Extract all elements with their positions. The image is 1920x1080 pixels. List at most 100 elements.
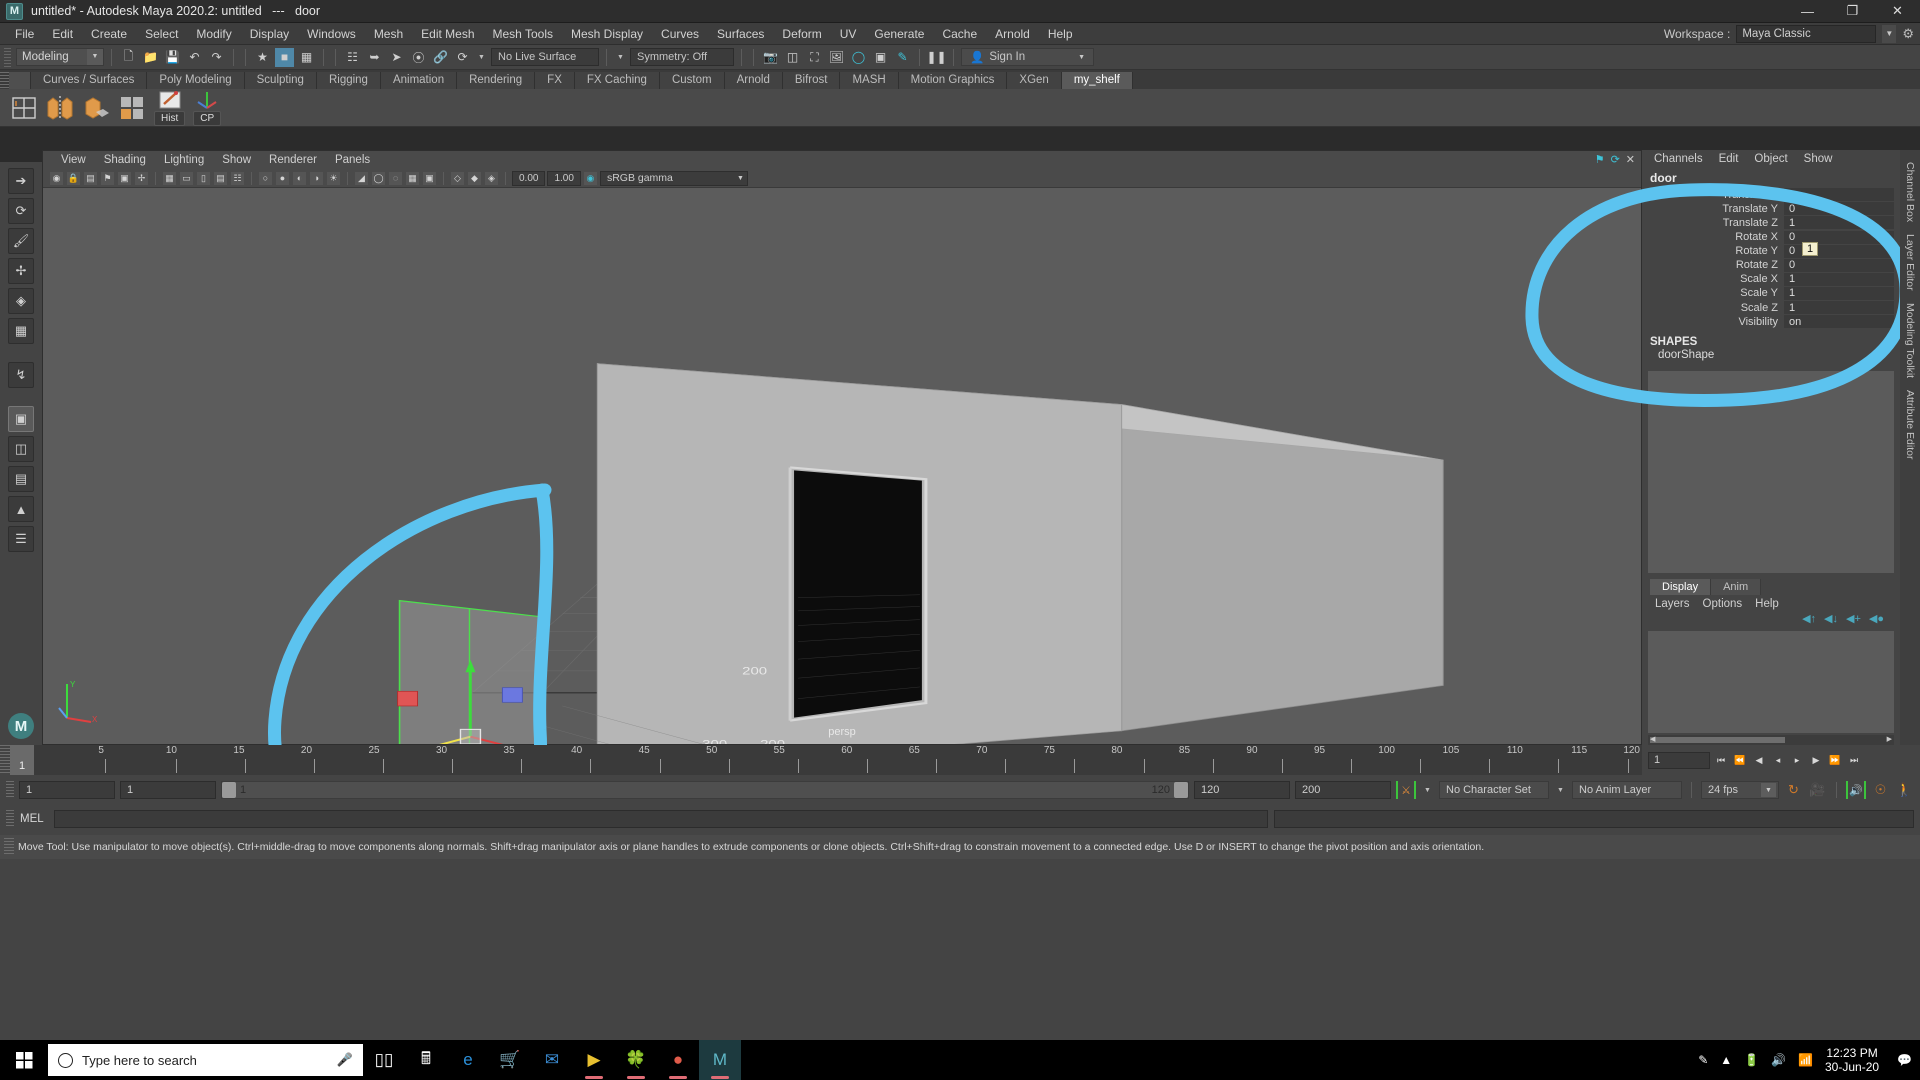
vtab-attribute-editor[interactable]: Attribute Editor <box>1902 384 1918 465</box>
persp-outliner-layout-icon[interactable]: ◫ <box>8 436 34 462</box>
viewport-menu-view[interactable]: View <box>53 153 94 167</box>
menu-file[interactable]: File <box>6 25 43 43</box>
viewport-panel[interactable]: View Shading Lighting Show Renderer Pane… <box>42 150 1642 745</box>
move-layer-down-icon[interactable]: ◀↓ <box>1824 612 1838 628</box>
shelf-tab-fx[interactable]: FX <box>535 72 575 89</box>
lighting-icon[interactable]: ☀ <box>326 170 341 186</box>
channel-value[interactable]: 1 <box>1784 216 1894 230</box>
playback-frame-field[interactable]: 1 <box>1648 751 1710 769</box>
shelf-tab-fx-caching[interactable]: FX Caching <box>574 72 660 89</box>
anim-start-field[interactable]: 1 <box>19 781 115 799</box>
volume-icon[interactable]: 🔊 <box>1771 1053 1786 1067</box>
snap-projected-icon[interactable]: ⦿ <box>409 48 428 67</box>
menu-mesh-display[interactable]: Mesh Display <box>562 25 652 43</box>
resolution-gate-icon[interactable]: ▯ <box>196 170 211 186</box>
close-icon[interactable]: ✕ <box>1626 153 1635 166</box>
grid-icon[interactable] <box>10 94 38 122</box>
viewport-menu-lighting[interactable]: Lighting <box>156 153 212 167</box>
time-slider[interactable]: 1 5 10 15 20 25 30 35 40 45 50 55 60 65 … <box>0 745 1642 775</box>
layer-menu-help[interactable]: Help <box>1750 597 1784 611</box>
maximize-button[interactable]: ❐ <box>1830 0 1875 23</box>
anim-end-field[interactable]: 200 <box>1295 781 1391 799</box>
range-slider-bar[interactable]: 1 120 <box>221 781 1189 799</box>
edge-icon[interactable]: e <box>447 1040 489 1080</box>
range-right-handle[interactable] <box>1174 782 1188 798</box>
shelf-tab-poly-modeling[interactable]: Poly Modeling <box>147 72 245 89</box>
camera-attributes-icon[interactable]: ▤ <box>83 170 98 186</box>
channel-row-translate-z[interactable]: Translate Z 1 <box>1642 216 1894 230</box>
walk-icon[interactable]: 🚶 <box>1895 782 1914 798</box>
mel-output-field[interactable] <box>1274 810 1914 828</box>
channelbox-menu-object[interactable]: Object <box>1748 152 1793 166</box>
chevron-down-icon[interactable]: ▼ <box>1421 781 1434 799</box>
channel-value[interactable]: 1 <box>1784 301 1894 314</box>
shelf-tab-curves-surfaces[interactable]: Curves / Surfaces <box>31 72 148 89</box>
command-line-grip[interactable] <box>6 810 14 828</box>
shelf-tab-sculpting[interactable]: Sculpting <box>244 72 317 89</box>
open-scene-icon[interactable]: 📁 <box>141 48 160 67</box>
last-tool-icon[interactable]: ↯ <box>8 362 34 388</box>
minimize-button[interactable]: — <box>1785 0 1830 23</box>
workspace-value[interactable]: Maya Classic <box>1736 24 1877 43</box>
maya-icon[interactable]: M <box>699 1040 741 1080</box>
time-slider-ticks[interactable]: 5 10 15 20 25 30 35 40 45 50 55 60 65 70… <box>34 745 1642 775</box>
maya-logo-icon[interactable]: M <box>8 713 34 739</box>
shelf-grip[interactable] <box>0 72 9 89</box>
anim-layer-field[interactable]: No Anim Layer <box>1572 781 1682 799</box>
menu-uv[interactable]: UV <box>831 25 866 43</box>
multisample-icon[interactable]: ▦ <box>405 170 420 186</box>
menu-modify[interactable]: Modify <box>187 25 240 43</box>
scale-tool-icon[interactable]: ▦ <box>8 318 34 344</box>
viewport-3d-scene[interactable]: 200 200 300 Y X persp <box>43 188 1641 744</box>
viewport-menu-panels[interactable]: Panels <box>327 153 378 167</box>
layer-list[interactable] <box>1648 631 1894 733</box>
menu-edit[interactable]: Edit <box>43 25 82 43</box>
mail-icon[interactable]: ✉ <box>531 1040 573 1080</box>
textured-icon[interactable]: ◑ <box>309 170 324 186</box>
snap-curve-icon[interactable]: ➥ <box>365 48 384 67</box>
channel-value[interactable]: 0 <box>1784 258 1894 272</box>
character-set-field[interactable]: No Character Set <box>1439 781 1549 799</box>
vtab-modeling-toolkit[interactable]: Modeling Toolkit <box>1902 297 1918 384</box>
loop-icon[interactable]: ↻ <box>1784 782 1803 798</box>
shelf-tab-rendering[interactable]: Rendering <box>457 72 536 89</box>
shelf-tab-motion-graphics[interactable]: Motion Graphics <box>898 72 1008 89</box>
hypershade-icon[interactable]: ◯ <box>849 48 868 67</box>
menu-display[interactable]: Display <box>241 25 298 43</box>
channelbox-menu-show[interactable]: Show <box>1798 152 1839 166</box>
menu-windows[interactable]: Windows <box>298 25 365 43</box>
shelf-tab-bifrost[interactable]: Bifrost <box>782 72 841 89</box>
channelbox-menu-channels[interactable]: Channels <box>1648 152 1709 166</box>
shape-node-name[interactable]: doorShape <box>1642 349 1900 361</box>
chevron-up-icon[interactable]: ▲ <box>1720 1053 1732 1067</box>
tab-display-layers[interactable]: Display <box>1650 579 1712 595</box>
xray-icon[interactable]: ◇ <box>450 170 465 186</box>
play-backwards-icon[interactable]: ◂ <box>1770 752 1786 769</box>
step-forward-frame-icon[interactable]: ▶ <box>1808 752 1824 769</box>
menuset-selector[interactable]: Modeling ▼ <box>16 48 104 66</box>
go-to-end-icon[interactable]: ⏭ <box>1846 752 1862 769</box>
shelf-tab-animation[interactable]: Animation <box>380 72 458 89</box>
magnet-icon[interactable]: 🔗 <box>431 48 450 67</box>
shelf-tab-rigging[interactable]: Rigging <box>316 72 381 89</box>
channel-row-scale-z[interactable]: Scale Z 1 <box>1642 301 1894 315</box>
new-layer-from-selected-icon[interactable]: ◀● <box>1869 612 1884 628</box>
menu-cache[interactable]: Cache <box>933 25 986 43</box>
gate-mask-icon[interactable]: ▤ <box>213 170 228 186</box>
chrome-icon[interactable]: ● <box>657 1040 699 1080</box>
render-settings-icon[interactable]: ⛶ <box>805 48 824 67</box>
render-view-icon[interactable]: 🖼 <box>827 48 846 67</box>
snap-grid-icon[interactable]: ☷ <box>343 48 362 67</box>
channel-row-translate-y[interactable]: Translate Y 0 <box>1642 202 1894 216</box>
symmetry-field[interactable]: Symmetry: Off <box>630 48 734 66</box>
four-view-layout-icon[interactable]: ▣ <box>8 406 34 432</box>
outliner-layout-icon[interactable]: ☰ <box>8 526 34 552</box>
extrude-icon[interactable] <box>82 94 110 122</box>
color-space-select[interactable]: sRGB gamma ▼ <box>599 170 748 186</box>
shelf-tab-my-shelf[interactable]: my_shelf <box>1061 72 1133 89</box>
scroll-left-arrow-icon[interactable]: ◀ <box>1650 735 1655 743</box>
menu-arnold[interactable]: Arnold <box>986 25 1039 43</box>
search-input[interactable]: Type here to search 🎤 <box>48 1044 363 1076</box>
rotate-tool-icon[interactable]: ◈ <box>8 288 34 314</box>
layer-horizontal-scrollbar[interactable]: ◀ ▶ <box>1648 735 1894 745</box>
